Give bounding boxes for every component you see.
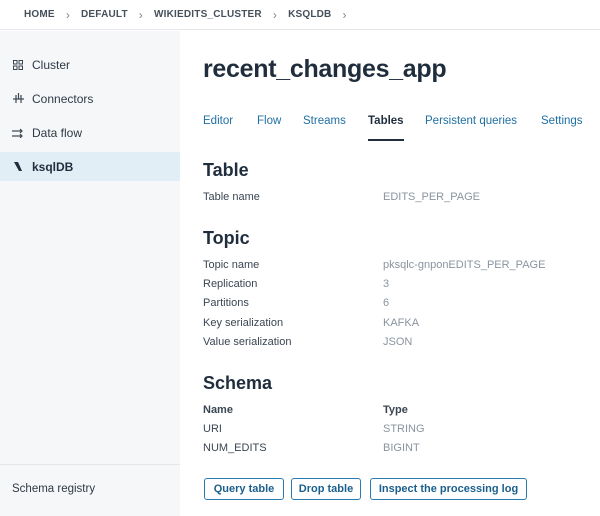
- schema-header-row: Name Type: [203, 404, 583, 418]
- table-heading: Table: [203, 160, 249, 180]
- row-label: Key serialization: [203, 317, 284, 329]
- schema-heading: Schema: [203, 373, 273, 393]
- chevron-right-icon: ›: [272, 7, 278, 22]
- topic-heading: Topic: [203, 228, 250, 248]
- sidebar-item-label: Cluster: [32, 57, 71, 72]
- table-name-row: Table name EDITS_PER_PAGE: [203, 191, 583, 205]
- sidebar-item-schema-registry[interactable]: Schema registry: [0, 464, 180, 516]
- ksqldb-icon: [12, 161, 24, 173]
- tab-persistent-queries[interactable]: Persistent queries: [425, 115, 517, 141]
- main-content: recent_changes_app Editor Flow Streams T…: [180, 31, 600, 516]
- tab-flow[interactable]: Flow: [257, 115, 281, 141]
- sidebar-item-label: ksqlDB: [32, 159, 74, 174]
- tab-bar: Editor Flow Streams Tables Persistent qu…: [203, 115, 600, 141]
- sidebar-item-connectors[interactable]: Connectors: [0, 84, 180, 113]
- sidebar-item-data-flow[interactable]: Data flow: [0, 118, 180, 147]
- breadcrumb-cluster[interactable]: WIKIEDITS_CLUSTER: [154, 9, 262, 20]
- row-label: Value serialization: [203, 336, 292, 348]
- table-row: URI STRING: [203, 423, 583, 437]
- breadcrumb: HOME › DEFAULT › WIKIEDITS_CLUSTER › KSQ…: [0, 0, 600, 30]
- tab-editor[interactable]: Editor: [203, 115, 233, 141]
- row-label: Topic name: [203, 259, 260, 271]
- inspect-processing-log-button[interactable]: Inspect the processing log: [370, 478, 527, 500]
- value-serialization-row: Value serialization JSON: [203, 336, 583, 350]
- tab-streams[interactable]: Streams: [303, 115, 346, 141]
- column-header-type: Type: [383, 404, 408, 416]
- sidebar-item-label: Connectors: [32, 91, 94, 106]
- chevron-right-icon: ›: [342, 7, 347, 22]
- row-value: 3: [383, 278, 390, 290]
- chevron-right-icon: ›: [138, 7, 143, 22]
- topic-name-row: Topic name pksqlc-gnponEDITS_PER_PAGE: [203, 259, 583, 273]
- key-serialization-row: Key serialization KAFKA: [203, 317, 583, 331]
- row-label: NUM_EDITS: [203, 442, 267, 454]
- row-value: JSON: [383, 336, 413, 348]
- row-label: Table name: [203, 191, 260, 203]
- data-flow-icon: [12, 127, 24, 139]
- breadcrumb-home[interactable]: HOME: [24, 9, 55, 20]
- tab-tables[interactable]: Tables: [368, 115, 404, 141]
- page-title: recent_changes_app: [203, 55, 447, 83]
- row-label: Replication: [203, 278, 258, 290]
- breadcrumb-ksqldb[interactable]: KSQLDB: [288, 9, 331, 20]
- drop-table-button[interactable]: Drop table: [291, 478, 361, 500]
- row-value: EDITS_PER_PAGE: [383, 191, 480, 203]
- row-value: STRING: [383, 423, 425, 435]
- row-label: Partitions: [203, 297, 249, 309]
- replication-row: Replication 3: [203, 278, 583, 292]
- chevron-right-icon: ›: [65, 7, 71, 22]
- sidebar-item-ksqldb[interactable]: ksqlDB: [0, 152, 180, 181]
- row-value: KAFKA: [383, 317, 420, 329]
- sidebar-item-cluster[interactable]: Cluster: [0, 50, 180, 79]
- partitions-row: Partitions 6: [203, 297, 583, 311]
- column-header-name: Name: [203, 404, 233, 416]
- sidebar: Cluster Connectors Data flow ksqlDB Sche…: [0, 31, 180, 516]
- row-label: URI: [203, 423, 222, 435]
- row-value: 6: [383, 297, 390, 309]
- query-table-button[interactable]: Query table: [204, 478, 284, 500]
- connectors-icon: [12, 93, 24, 105]
- breadcrumb-default[interactable]: DEFAULT: [81, 9, 128, 20]
- sidebar-item-label: Data flow: [32, 125, 83, 140]
- row-value: BIGINT: [383, 442, 420, 454]
- grid-icon: [12, 59, 24, 71]
- row-value: pksqlc-gnponEDITS_PER_PAGE: [383, 259, 546, 271]
- tab-settings[interactable]: Settings: [541, 115, 583, 141]
- table-row: NUM_EDITS BIGINT: [203, 442, 583, 456]
